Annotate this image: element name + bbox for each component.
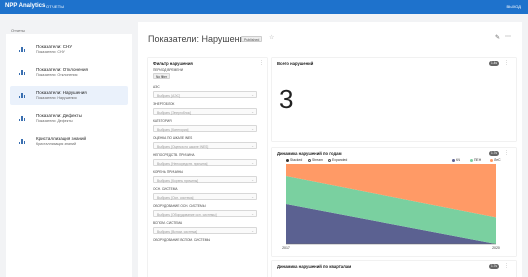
- sidebar-item-label: Показатели: Дефекты: [36, 113, 82, 118]
- bar-chart-icon: [19, 47, 25, 52]
- pencil-icon[interactable]: ✎: [495, 34, 500, 41]
- page-title: Показатели: Нарушения: [148, 34, 250, 44]
- sidebar-item-label: Показатели: СНУ: [36, 44, 73, 49]
- filter-label: ОЦЕНКА ПО ШКАЛЕ INES: [153, 136, 193, 140]
- chevron-down-icon: ⌄: [251, 161, 254, 165]
- filter-select-root-cause[interactable]: Выбрать [Корень причины] ⌄: [153, 176, 257, 183]
- sidebar-item-defects[interactable]: Показатели: Дефекты Показатели: Дефекты: [10, 109, 128, 128]
- filter-label: ОСН. СИСТЕМА: [153, 187, 178, 191]
- filter-select-aux-system[interactable]: Выбрать [Вспом. система] ⌄: [153, 227, 257, 234]
- period-filter-chip[interactable]: No filter: [153, 73, 170, 79]
- filter-label: ОБОРУДОВАНИЕ ВСПОМ. СИСТЕМЫ: [153, 238, 211, 242]
- select-placeholder: Выбрать [АЭС]: [157, 93, 180, 98]
- period-label: ПЕРИОД ВРЕМЕНИ: [153, 68, 184, 72]
- bar-chart-icon: [19, 139, 25, 144]
- total-violations-panel: Всего нарушений 1.4s ⋮ 3: [272, 58, 516, 141]
- quarterly-panel-title: Динамика нарушений по кварталам: [277, 264, 352, 269]
- sidebar-item-sublabel: Показатели: Нарушения: [36, 96, 77, 100]
- chevron-down-icon: ⌄: [251, 212, 254, 216]
- select-placeholder: Выбрать [Оборудование осн. системы]: [157, 212, 217, 217]
- filter-label: ЭНЕРГОБЛОК: [153, 102, 175, 106]
- sidebar-item-sublabel: Показатели: Отклонения: [36, 73, 78, 77]
- filter-select-unit[interactable]: Выбрать [Энергоблок] ⌄: [153, 108, 257, 115]
- top-navbar: NPP Analytics ОТЧЕТЫ ВЫХОД: [0, 0, 528, 14]
- filter-label: КОРЕНЬ ПРИЧИНЫ: [153, 170, 184, 174]
- kebab-menu-icon[interactable]: ⋮: [504, 263, 509, 269]
- filter-select-main-equipment[interactable]: Выбрать [Оборудование осн. системы] ⌄: [153, 210, 257, 217]
- select-placeholder: Выбрать [Энергоблок]: [157, 110, 191, 115]
- select-placeholder: Выбрать [Непосредств. причина]: [157, 161, 208, 166]
- chevron-down-icon: ⌄: [251, 229, 254, 233]
- logout-link[interactable]: ВЫХОД: [507, 4, 521, 9]
- chevron-down-icon: ⌄: [251, 144, 254, 148]
- sidebar-item-snu[interactable]: Показатели: СНУ Показатели: СНУ: [10, 40, 128, 59]
- filter-panel-title: Фильтр нарушения: [153, 61, 193, 66]
- select-placeholder: Выбрать [Осн. система]: [157, 195, 194, 200]
- filter-label: АЭС: [153, 85, 160, 89]
- sidebar-item-label: Кристаллизация знаний: [36, 136, 87, 141]
- total-panel-title: Всего нарушений: [277, 61, 314, 66]
- chevron-down-icon: ⌄: [251, 178, 254, 182]
- stacked-area-chart[interactable]: 2017 2020: [272, 148, 516, 256]
- dashboard-area: Показатели: Нарушения Published ☆ ✎ ⋯ Фи…: [138, 22, 522, 277]
- sidebar: Показатели: СНУ Показатели: СНУ Показате…: [6, 34, 132, 277]
- select-placeholder: Выбрать [Вспом. система]: [157, 229, 198, 234]
- filter-select-direct-cause[interactable]: Выбрать [Непосредств. причина] ⌄: [153, 159, 257, 166]
- x-tick-label-end: 2020: [492, 246, 500, 250]
- nav-reports-link[interactable]: ОТЧЕТЫ: [46, 4, 64, 9]
- filter-select-aes[interactable]: Выбрать [АЭС] ⌄: [153, 91, 257, 98]
- filter-label: ОБОРУДОВАНИЕ ОСН. СИСТЕМЫ: [153, 204, 206, 208]
- sidebar-title: Отчеты: [11, 28, 25, 33]
- chevron-down-icon: ⌄: [251, 110, 254, 114]
- star-icon[interactable]: ☆: [269, 34, 274, 41]
- brand-logo[interactable]: NPP Analytics: [5, 3, 45, 9]
- chevron-down-icon: ⌄: [251, 127, 254, 131]
- bar-chart-icon: [19, 116, 25, 121]
- select-placeholder: Выбрать [Корень причины]: [157, 178, 199, 183]
- filter-label: ВСПОМ. СИСТЕМА: [153, 221, 183, 225]
- x-tick-label-start: 2017: [282, 246, 290, 250]
- total-violations-value: 3: [279, 84, 294, 114]
- yearly-dynamics-panel: Динамика нарушений по годам 1.7s ⋮ Stack…: [272, 148, 516, 256]
- select-placeholder: Выбрать [Оценка по шкале INES]: [157, 144, 209, 149]
- bar-chart-icon: [19, 70, 25, 75]
- chevron-down-icon: ⌄: [251, 93, 254, 97]
- filter-label: НЕПОСРЕДСТВ. ПРИЧИНА: [153, 153, 195, 157]
- kebab-menu-icon[interactable]: ⋮: [504, 60, 509, 66]
- sidebar-item-violations[interactable]: Показатели: Нарушения Показатели: Наруше…: [10, 86, 128, 105]
- status-badge[interactable]: Published: [241, 36, 263, 42]
- filter-select-category[interactable]: Выбрать [Категория] ⌄: [153, 125, 257, 132]
- chevron-down-icon: ⌄: [251, 195, 254, 199]
- quarterly-dynamics-panel: Динамика нарушений по кварталам 1.7s ⋮: [272, 261, 516, 277]
- more-icon[interactable]: ⋯: [505, 33, 511, 40]
- sidebar-item-sublabel: Кристаллизация знаний: [36, 142, 76, 146]
- sidebar-item-sublabel: Показатели: Дефекты: [36, 119, 73, 123]
- sidebar-item-label: Показатели: Нарушения: [36, 90, 87, 95]
- sidebar-item-label: Показатели: Отклонения: [36, 67, 88, 72]
- kebab-menu-icon[interactable]: ⋮: [259, 60, 264, 66]
- filter-panel: Фильтр нарушения ⋮ ПЕРИОД ВРЕМЕНИ No fil…: [148, 58, 267, 277]
- filter-label: КАТЕГОРИЯ: [153, 119, 172, 123]
- query-time-badge: 1.7s: [489, 264, 499, 269]
- select-placeholder: Выбрать [Категория]: [157, 127, 189, 132]
- filter-select-main-system[interactable]: Выбрать [Осн. система] ⌄: [153, 193, 257, 200]
- sidebar-item-knowledge[interactable]: Кристаллизация знаний Кристаллизация зна…: [10, 132, 128, 151]
- sidebar-item-deviations[interactable]: Показатели: Отклонения Показатели: Откло…: [10, 63, 128, 82]
- filter-select-ines[interactable]: Выбрать [Оценка по шкале INES] ⌄: [153, 142, 257, 149]
- bar-chart-icon: [19, 93, 25, 98]
- query-time-badge: 1.4s: [489, 61, 499, 66]
- sidebar-item-sublabel: Показатели: СНУ: [36, 50, 65, 54]
